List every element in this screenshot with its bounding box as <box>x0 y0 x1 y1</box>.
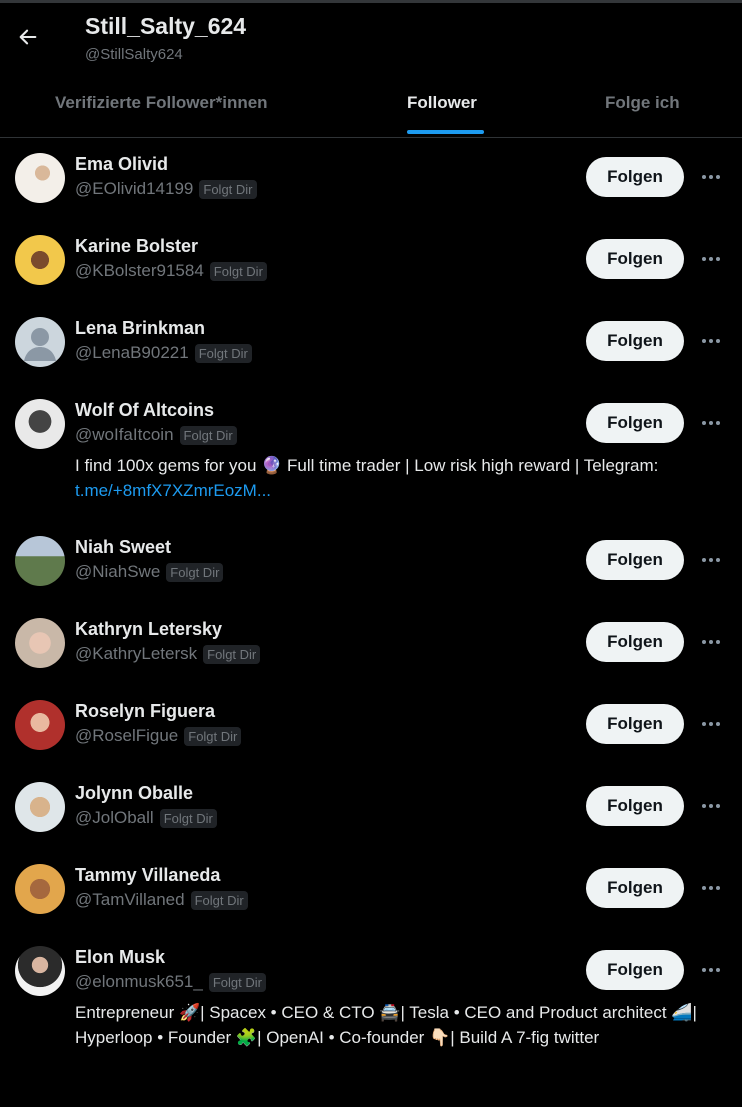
user-row[interactable]: Kathryn Letersky @KathryLetersk Folgt Di… <box>0 602 742 684</box>
user-name[interactable]: Roselyn Figuera <box>75 701 215 722</box>
user-name[interactable]: Elon Musk <box>75 947 165 968</box>
avatar[interactable] <box>15 946 65 996</box>
tab-following[interactable]: Folge ich <box>605 93 680 113</box>
user-name[interactable]: Jolynn Oballe <box>75 783 193 804</box>
follows-you-badge: Folgt Dir <box>194 343 252 363</box>
user-row[interactable]: Wolf Of Altcoins @woIfaItcoin Folgt Dir … <box>0 383 742 520</box>
avatar[interactable] <box>15 235 65 285</box>
user-name[interactable]: Lena Brinkman <box>75 318 205 339</box>
user-handle[interactable]: @RoselFigue <box>75 726 178 746</box>
user-row[interactable]: Lena Brinkman @LenaB90221 Folgt Dir Folg… <box>0 301 742 383</box>
user-handle[interactable]: @KBolster91584 <box>75 261 204 281</box>
more-horizontal-icon <box>702 339 720 343</box>
more-horizontal-icon <box>702 804 720 808</box>
more-horizontal-icon <box>702 257 720 261</box>
follow-button[interactable]: Folgen <box>586 321 684 361</box>
active-tab-indicator <box>407 130 484 134</box>
avatar[interactable] <box>15 700 65 750</box>
follow-button[interactable]: Folgen <box>586 157 684 197</box>
more-button[interactable] <box>696 791 726 821</box>
more-horizontal-icon <box>702 640 720 644</box>
user-bio: I find 100x gems for you 🔮 Full time tra… <box>75 454 715 503</box>
follow-button[interactable]: Folgen <box>586 622 684 662</box>
user-row[interactable]: Jolynn Oballe @JolOball Folgt Dir Folgen <box>0 766 742 848</box>
follows-you-badge: Folgt Dir <box>184 726 242 746</box>
avatar[interactable] <box>15 317 65 367</box>
profile-header: Still_Salty_624 @StillSalty624 Verifizie… <box>0 3 742 138</box>
default-avatar-icon <box>24 328 56 361</box>
more-horizontal-icon <box>702 886 720 890</box>
more-button[interactable] <box>696 162 726 192</box>
follow-button[interactable]: Folgen <box>586 786 684 826</box>
user-name[interactable]: Ema Olivid <box>75 154 168 175</box>
follows-you-badge: Folgt Dir <box>199 179 257 199</box>
arrow-left-icon <box>19 29 37 45</box>
follows-you-badge: Folgt Dir <box>208 972 266 992</box>
bio-text: I find 100x gems for you 🔮 Full time tra… <box>75 456 659 475</box>
user-handle[interactable]: @KathryLetersk <box>75 644 197 664</box>
follows-you-badge: Folgt Dir <box>190 890 248 910</box>
user-handle[interactable]: @LenaB90221 <box>75 343 189 363</box>
follows-you-badge: Folgt Dir <box>209 261 267 281</box>
avatar[interactable] <box>15 618 65 668</box>
tab-followers[interactable]: Follower <box>407 93 477 113</box>
user-handle[interactable]: @JolOball <box>75 808 154 828</box>
follows-you-badge: Folgt Dir <box>166 562 224 582</box>
user-row[interactable]: Tammy Villaneda @TamVillaned Folgt Dir F… <box>0 848 742 930</box>
more-button[interactable] <box>696 873 726 903</box>
user-handle[interactable]: @woIfaItcoin <box>75 425 174 445</box>
follow-button[interactable]: Folgen <box>586 239 684 279</box>
user-bio: Entrepreneur 🚀| Spacex • CEO & CTO 🚔| Te… <box>75 1003 697 1047</box>
avatar[interactable] <box>15 153 65 203</box>
more-horizontal-icon <box>702 968 720 972</box>
more-button[interactable] <box>696 244 726 274</box>
more-horizontal-icon <box>702 175 720 179</box>
follows-you-badge: Folgt Dir <box>159 808 217 828</box>
follows-you-badge: Folgt Dir <box>203 644 261 664</box>
user-handle[interactable]: @EOlivid14199 <box>75 179 193 199</box>
page-title: Still_Salty_624 <box>85 13 247 39</box>
user-handle[interactable]: @NiahSwe <box>75 562 160 582</box>
page-subtitle: @StillSalty624 <box>85 46 183 63</box>
more-button[interactable] <box>696 955 726 985</box>
follow-button[interactable]: Folgen <box>586 403 684 443</box>
user-row[interactable]: Karine Bolster @KBolster91584 Folgt Dir … <box>0 219 742 301</box>
user-name[interactable]: Karine Bolster <box>75 236 198 257</box>
tab-verified-followers[interactable]: Verifizierte Follower*innen <box>55 93 268 113</box>
user-name[interactable]: Wolf Of Altcoins <box>75 400 214 421</box>
back-button[interactable] <box>12 21 44 53</box>
follow-button[interactable]: Folgen <box>586 868 684 908</box>
follow-button[interactable]: Folgen <box>586 540 684 580</box>
user-handle[interactable]: @elonmusk651_ <box>75 972 203 992</box>
user-name[interactable]: Tammy Villaneda <box>75 865 220 886</box>
more-horizontal-icon <box>702 558 720 562</box>
user-row[interactable]: Elon Musk @elonmusk651_ Folgt Dir Folgen… <box>0 930 742 1107</box>
avatar[interactable] <box>15 399 65 449</box>
user-handle[interactable]: @TamVillaned <box>75 890 185 910</box>
more-button[interactable] <box>696 408 726 438</box>
user-name[interactable]: Niah Sweet <box>75 537 171 558</box>
more-button[interactable] <box>696 545 726 575</box>
more-button[interactable] <box>696 326 726 356</box>
user-row[interactable]: Roselyn Figuera @RoselFigue Folgt Dir Fo… <box>0 684 742 766</box>
more-button[interactable] <box>696 709 726 739</box>
more-button[interactable] <box>696 627 726 657</box>
user-row[interactable]: Ema Olivid @EOlivid14199 Folgt Dir Folge… <box>0 137 742 219</box>
follows-you-badge: Folgt Dir <box>179 425 237 445</box>
more-horizontal-icon <box>702 722 720 726</box>
avatar[interactable] <box>15 864 65 914</box>
user-row[interactable]: Niah Sweet @NiahSwe Folgt Dir Folgen <box>0 520 742 602</box>
avatar[interactable] <box>15 782 65 832</box>
user-name[interactable]: Kathryn Letersky <box>75 619 222 640</box>
follow-button[interactable]: Folgen <box>586 950 684 990</box>
bio-link[interactable]: t.me/+8mfX7XZmrEozM... <box>75 481 271 500</box>
avatar[interactable] <box>15 536 65 586</box>
follow-button[interactable]: Folgen <box>586 704 684 744</box>
more-horizontal-icon <box>702 421 720 425</box>
